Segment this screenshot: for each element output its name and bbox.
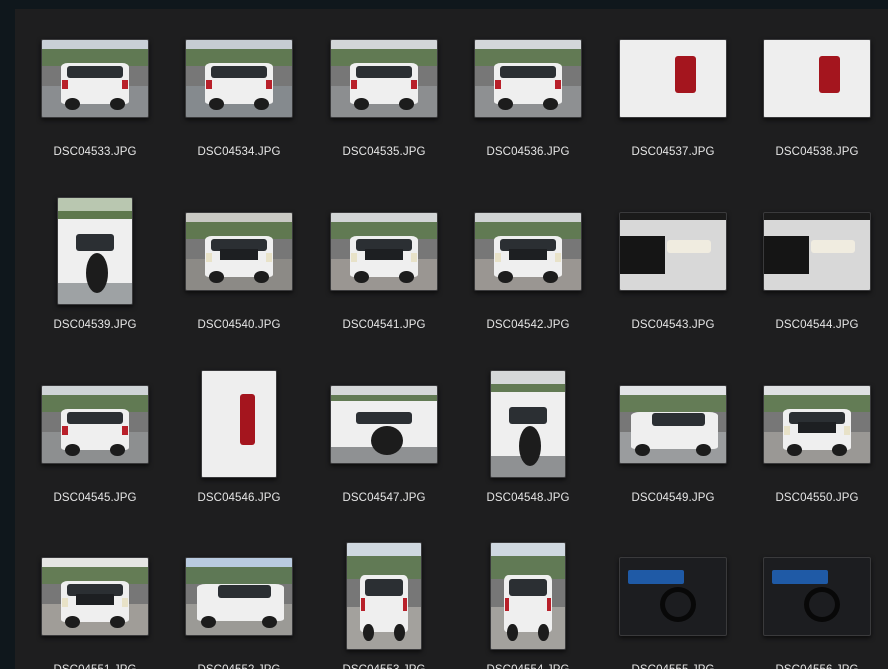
file-name-label[interactable]: DSC04548.JPG [456, 492, 600, 504]
tail-light-photo-icon [201, 370, 277, 478]
file-item[interactable]: DSC04553.JPG [312, 536, 456, 669]
thumbnail-frame[interactable] [456, 18, 600, 138]
car-rear-photo-icon [490, 542, 566, 650]
thumbnail-frame[interactable] [312, 191, 456, 311]
thumbnail-frame[interactable] [167, 18, 311, 138]
thumbnail-frame[interactable] [167, 364, 311, 484]
thumbnail-frame[interactable] [601, 191, 745, 311]
file-item[interactable]: DSC04535.JPG [312, 18, 456, 178]
file-name-label[interactable]: DSC04541.JPG [312, 319, 456, 331]
file-item[interactable]: DSC04533.JPG [23, 18, 167, 178]
file-name-label[interactable]: DSC04534.JPG [167, 146, 311, 158]
file-name-label[interactable]: DSC04539.JPG [23, 319, 167, 331]
file-name-label[interactable]: DSC04552.JPG [167, 664, 311, 669]
thumbnail-frame[interactable] [167, 536, 311, 656]
car-rear-photo-icon [41, 38, 149, 118]
file-name-label[interactable]: DSC04543.JPG [601, 319, 745, 331]
file-item[interactable]: DSC04544.JPG [745, 191, 888, 351]
file-item[interactable]: DSC04539.JPG [23, 191, 167, 351]
file-item[interactable]: DSC04536.JPG [456, 18, 600, 178]
car-front-photo-icon [41, 556, 149, 636]
dashboard-photo-icon [763, 556, 871, 636]
file-name-label[interactable]: DSC04547.JPG [312, 492, 456, 504]
car-rear-photo-icon [185, 38, 293, 118]
car-rear-photo-icon [41, 384, 149, 464]
thumbnail-frame[interactable] [601, 364, 745, 484]
file-item[interactable]: DSC04554.JPG [456, 536, 600, 669]
file-name-label[interactable]: DSC04535.JPG [312, 146, 456, 158]
file-name-label[interactable]: DSC04544.JPG [745, 319, 888, 331]
file-name-label[interactable]: DSC04553.JPG [312, 664, 456, 669]
file-item[interactable]: DSC04538.JPG [745, 18, 888, 178]
file-name-label[interactable]: DSC04540.JPG [167, 319, 311, 331]
thumbnail-frame[interactable] [312, 536, 456, 656]
thumbnail-frame[interactable] [23, 191, 167, 311]
file-item[interactable]: DSC04534.JPG [167, 18, 311, 178]
thumbnail-frame[interactable] [167, 191, 311, 311]
headlight-photo-icon [763, 211, 871, 291]
thumbnail-frame[interactable] [456, 536, 600, 656]
file-item[interactable]: DSC04545.JPG [23, 364, 167, 524]
file-name-label[interactable]: DSC04555.JPG [601, 664, 745, 669]
file-name-label[interactable]: DSC04546.JPG [167, 492, 311, 504]
file-name-label[interactable]: DSC04551.JPG [23, 664, 167, 669]
file-item[interactable]: DSC04549.JPG [601, 364, 745, 524]
thumbnail-frame[interactable] [745, 364, 888, 484]
file-item[interactable]: DSC04541.JPG [312, 191, 456, 351]
thumbnail-frame[interactable] [745, 191, 888, 311]
car-rear-photo-icon [330, 38, 438, 118]
file-name-label[interactable]: DSC04550.JPG [745, 492, 888, 504]
file-name-label[interactable]: DSC04538.JPG [745, 146, 888, 158]
file-item[interactable]: DSC04540.JPG [167, 191, 311, 351]
file-name-label[interactable]: DSC04545.JPG [23, 492, 167, 504]
file-item[interactable]: DSC04546.JPG [167, 364, 311, 524]
file-item[interactable]: DSC04542.JPG [456, 191, 600, 351]
car-side-photo-icon [330, 384, 438, 464]
car-rear-photo-icon [346, 542, 422, 650]
car-rear-photo-icon [474, 38, 582, 118]
car-side-photo-icon [490, 370, 566, 478]
car-side-photo-icon [619, 384, 727, 464]
file-item[interactable]: DSC04551.JPG [23, 536, 167, 669]
thumbnail-frame[interactable] [23, 536, 167, 656]
file-name-label[interactable]: DSC04556.JPG [745, 664, 888, 669]
thumbnail-frame[interactable] [456, 191, 600, 311]
car-front-photo-icon [763, 384, 871, 464]
headlight-photo-icon [619, 211, 727, 291]
file-name-label[interactable]: DSC04542.JPG [456, 319, 600, 331]
tail-light-photo-icon [619, 38, 727, 118]
thumbnail-frame[interactable] [23, 364, 167, 484]
thumbnail-frame[interactable] [745, 536, 888, 656]
file-name-label[interactable]: DSC04533.JPG [23, 146, 167, 158]
thumbnail-frame[interactable] [745, 18, 888, 138]
file-item[interactable]: DSC04543.JPG [601, 191, 745, 351]
car-side-photo-icon [185, 556, 293, 636]
thumbnail-frame[interactable] [23, 18, 167, 138]
thumbnail-frame[interactable] [312, 18, 456, 138]
car-front-photo-icon [330, 211, 438, 291]
thumbnail-frame[interactable] [601, 536, 745, 656]
file-name-label[interactable]: DSC04536.JPG [456, 146, 600, 158]
file-grid: DSC04533.JPG DSC04534.JPG DSC04535.JPG DSC0… [15, 9, 888, 669]
side-mirror-photo-icon [57, 197, 133, 305]
car-front-photo-icon [185, 211, 293, 291]
thumbnail-frame[interactable] [456, 364, 600, 484]
file-name-label[interactable]: DSC04549.JPG [601, 492, 745, 504]
file-item[interactable]: DSC04552.JPG [167, 536, 311, 669]
dashboard-photo-icon [619, 556, 727, 636]
tail-light-photo-icon [763, 38, 871, 118]
file-item[interactable]: DSC04550.JPG [745, 364, 888, 524]
thumbnail-frame[interactable] [601, 18, 745, 138]
file-item[interactable]: DSC04547.JPG [312, 364, 456, 524]
file-item[interactable]: DSC04556.JPG [745, 536, 888, 669]
file-name-label[interactable]: DSC04554.JPG [456, 664, 600, 669]
file-name-label[interactable]: DSC04537.JPG [601, 146, 745, 158]
file-item[interactable]: DSC04548.JPG [456, 364, 600, 524]
file-item[interactable]: DSC04555.JPG [601, 536, 745, 669]
file-item[interactable]: DSC04537.JPG [601, 18, 745, 178]
car-front-photo-icon [474, 211, 582, 291]
thumbnail-frame[interactable] [312, 364, 456, 484]
